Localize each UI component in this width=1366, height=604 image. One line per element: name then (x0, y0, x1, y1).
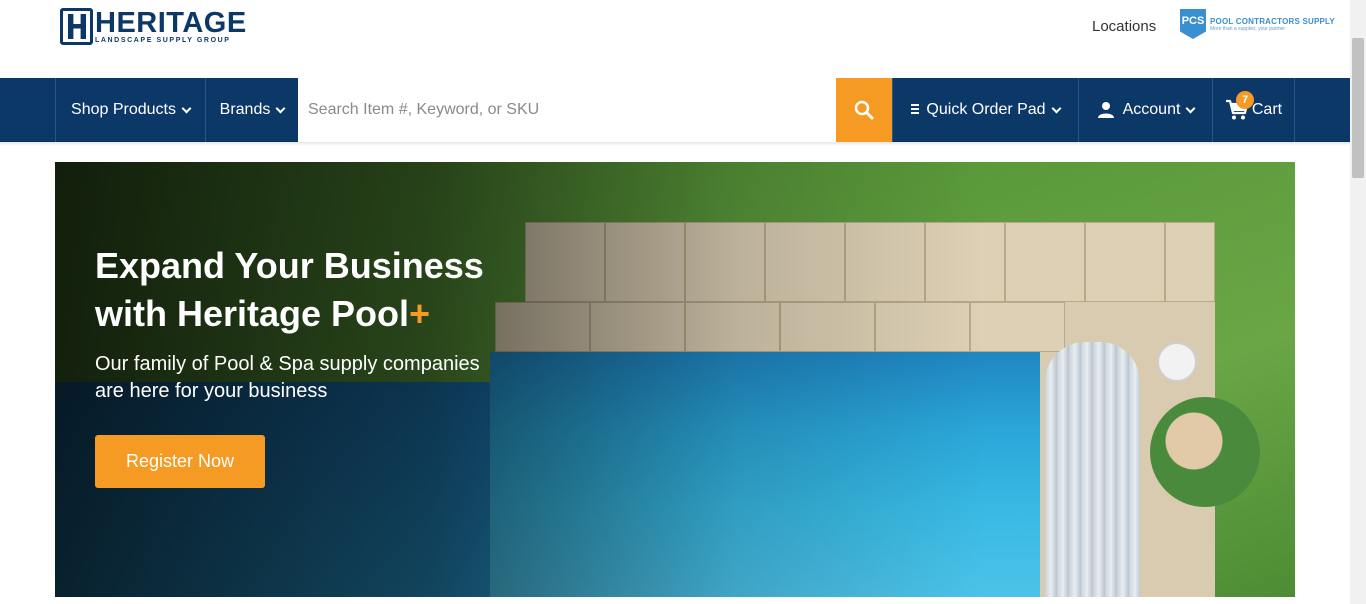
plus-icon: + (409, 293, 431, 334)
account-label: Account (1122, 101, 1181, 118)
main-nav: Shop Products Brands Quick Order Pad Acc… (0, 78, 1350, 142)
locations-link[interactable]: Locations (1092, 18, 1156, 35)
scrollbar-thumb[interactable] (1352, 38, 1364, 178)
quick-order-pad-label: Quick Order Pad (926, 101, 1046, 118)
logo-subtitle: LANDSCAPE SUPPLY GROUP (95, 36, 231, 44)
shop-products-label: Shop Products (71, 101, 176, 118)
search-input[interactable] (298, 78, 836, 142)
hero-title-line2: with Heritage Pool (95, 293, 410, 334)
heritage-logo-mark-icon (60, 8, 93, 45)
quick-order-pad-menu[interactable]: Quick Order Pad (892, 78, 1078, 142)
page: HERITAGE LANDSCAPE SUPPLY GROUP Location… (0, 0, 1366, 604)
hero-title-line1: Expand Your Business (95, 245, 484, 286)
chevron-down-icon (181, 103, 192, 113)
chevron-down-icon (1051, 103, 1062, 113)
search-button[interactable] (836, 78, 892, 142)
pcs-partner-logo[interactable]: PCS POOL CONTRACTORS SUPPLY More than a … (1180, 9, 1335, 39)
cart-count-badge: 7 (1236, 91, 1254, 109)
search-icon (854, 100, 874, 120)
pcs-tagline: More than a supplier, your partner (1210, 25, 1286, 32)
chevron-down-icon (275, 103, 286, 113)
pcs-badge-icon: PCS (1180, 9, 1206, 39)
cart-label: Cart (1251, 101, 1283, 118)
pcs-name: POOL CONTRACTORS SUPPLY (1210, 16, 1335, 26)
hero-banner: Expand Your Business with Heritage Pool+… (55, 162, 1295, 597)
top-header: HERITAGE LANDSCAPE SUPPLY GROUP Location… (0, 0, 1350, 78)
brands-menu[interactable]: Brands (205, 78, 298, 142)
hero-title: Expand Your Business with Heritage Pool+ (95, 242, 545, 338)
chevron-down-icon (1185, 103, 1196, 113)
register-now-button[interactable]: Register Now (95, 435, 265, 488)
logo-title: HERITAGE (95, 6, 247, 39)
heritage-logo[interactable]: HERITAGE LANDSCAPE SUPPLY GROUP (60, 8, 247, 45)
hero-subtitle: Our family of Pool & Spa supply companie… (95, 353, 480, 402)
user-icon (1097, 102, 1114, 118)
shop-products-menu[interactable]: Shop Products (55, 78, 205, 142)
account-menu[interactable]: Account (1078, 78, 1212, 142)
list-icon (911, 104, 920, 116)
nav-shadow (0, 142, 1350, 146)
cart-button[interactable]: Cart (1212, 78, 1295, 142)
brands-label: Brands (219, 101, 271, 118)
